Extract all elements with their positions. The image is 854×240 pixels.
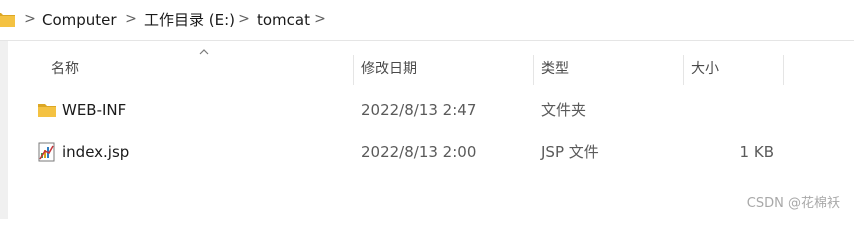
chevron-right-icon[interactable]: > xyxy=(24,9,36,29)
file-explorer-window: > Computer > 工作目录 (E:) > tomcat > 名称 修改日… xyxy=(0,0,854,219)
file-type: JSP 文件 xyxy=(541,143,599,161)
breadcrumb-item-tomcat[interactable]: tomcat xyxy=(257,10,310,30)
file-row-index-jsp[interactable]: index.jsp 2022/8/13 2:00 JSP 文件 1 KB xyxy=(8,132,854,172)
jsp-file-icon xyxy=(38,142,55,162)
column-header-name[interactable]: 名称 xyxy=(51,41,79,97)
column-divider[interactable] xyxy=(683,55,684,85)
sort-ascending-icon xyxy=(199,49,209,55)
folder-icon xyxy=(0,13,15,27)
column-divider[interactable] xyxy=(783,55,784,85)
file-modified: 2022/8/13 2:00 xyxy=(361,143,477,161)
folder-icon xyxy=(38,104,56,117)
column-header-modified[interactable]: 修改日期 xyxy=(361,41,417,97)
file-name: WEB-INF xyxy=(62,101,127,119)
breadcrumb: > Computer > 工作目录 (E:) > tomcat > xyxy=(0,0,854,41)
column-header-type[interactable]: 类型 xyxy=(541,41,569,97)
chevron-right-icon[interactable]: > xyxy=(238,9,250,29)
file-type: 文件夹 xyxy=(541,101,587,119)
file-name: index.jsp xyxy=(62,143,130,161)
chevron-right-icon[interactable]: > xyxy=(125,9,137,29)
file-row-web-inf[interactable]: WEB-INF 2022/8/13 2:47 文件夹 xyxy=(8,90,854,130)
breadcrumb-item-computer[interactable]: Computer xyxy=(42,10,117,30)
file-modified: 2022/8/13 2:47 xyxy=(361,101,477,119)
navigation-pane-edge xyxy=(0,41,8,219)
column-header-size[interactable]: 大小 xyxy=(691,41,719,97)
column-header-row: 名称 修改日期 类型 大小 xyxy=(8,41,854,97)
chevron-right-icon[interactable]: > xyxy=(314,9,326,29)
column-divider[interactable] xyxy=(353,55,354,85)
breadcrumb-item-drive[interactable]: 工作目录 (E:) xyxy=(144,10,235,30)
file-size: 1 KB xyxy=(739,143,774,161)
watermark: CSDN @花棉袄 xyxy=(746,196,840,211)
column-divider[interactable] xyxy=(533,55,534,85)
